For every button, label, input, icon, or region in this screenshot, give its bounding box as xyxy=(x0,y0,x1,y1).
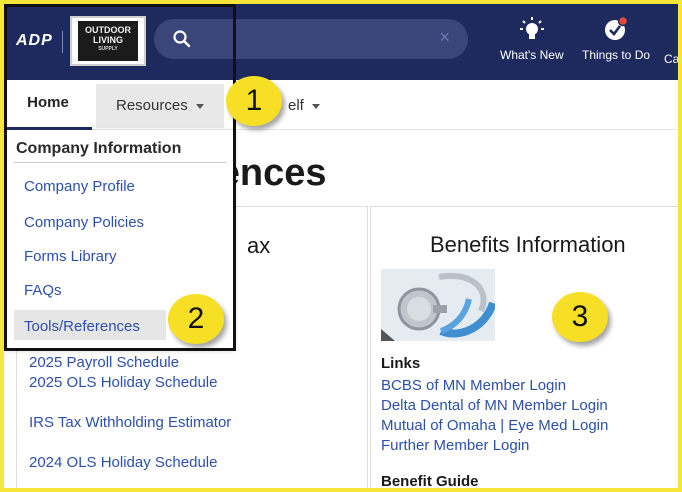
tab-myself-label: elf xyxy=(288,97,304,114)
menu-item-tools-references[interactable]: Tools/References xyxy=(24,318,140,335)
menu-item-faqs[interactable]: FAQs xyxy=(24,282,62,299)
benefits-title: Benefits Information xyxy=(430,232,626,257)
company-logo-mark: OUTDOOR LIVING SUPPLY xyxy=(78,21,138,61)
close-icon[interactable]: × xyxy=(439,27,450,48)
company-logo-line3: SUPPLY xyxy=(98,46,118,52)
company-logo-line2: LIVING xyxy=(92,35,123,45)
dropdown-heading: Company Information xyxy=(16,140,182,157)
top-header: ADP OUTDOOR LIVING SUPPLY × What's New T… xyxy=(4,4,678,80)
tab-resources[interactable]: Resources xyxy=(96,84,224,128)
chevron-down-icon xyxy=(195,103,204,109)
tax-panel-title: ax xyxy=(247,233,271,258)
stethoscope-image xyxy=(381,269,495,341)
search-icon xyxy=(173,30,191,48)
lightbulb-icon xyxy=(519,17,544,39)
menu-item-company-profile[interactable]: Company Profile xyxy=(24,178,135,195)
things-to-do-button[interactable]: Things to Do xyxy=(582,16,650,62)
tab-myself[interactable]: elf xyxy=(288,84,320,128)
links-heading: Links xyxy=(381,355,421,372)
main-nav: Home Resources elf xyxy=(4,80,678,130)
adp-logo[interactable]: ADP xyxy=(16,32,53,50)
whats-new-label: What's New xyxy=(500,48,564,62)
menu-item-forms-library[interactable]: Forms Library xyxy=(24,248,117,265)
callout-3: 3 xyxy=(552,292,608,342)
link-ols-holiday-2024[interactable]: 2024 OLS Holiday Schedule xyxy=(29,453,231,473)
link-irs-estimator[interactable]: IRS Tax Withholding Estimator xyxy=(29,413,231,433)
search-input[interactable]: × xyxy=(154,19,468,59)
header-button-cut[interactable]: Ca xyxy=(664,52,678,66)
tab-resources-label: Resources xyxy=(116,97,188,114)
app-frame: ADP OUTDOOR LIVING SUPPLY × What's New T… xyxy=(4,4,678,488)
tab-home[interactable]: Home xyxy=(4,80,92,130)
whats-new-button[interactable]: What's New xyxy=(500,16,564,62)
benefits-panel: Benefits Information Links BCBS of MN Me… xyxy=(370,206,678,488)
checkmark-badge-icon xyxy=(605,16,629,40)
link-ols-holiday-2025[interactable]: 2025 OLS Holiday Schedule xyxy=(29,373,231,393)
dropdown-divider xyxy=(14,162,226,163)
chevron-down-icon xyxy=(311,103,320,109)
company-logo[interactable]: OUTDOOR LIVING SUPPLY xyxy=(70,16,146,66)
benefit-guide-heading: Benefit Guide xyxy=(381,473,479,488)
menu-item-company-policies[interactable]: Company Policies xyxy=(24,214,144,231)
logo-divider xyxy=(62,31,63,53)
link-further-login[interactable]: Further Member Login xyxy=(381,437,529,454)
callout-2: 2 xyxy=(168,294,224,344)
link-bcbs-login[interactable]: BCBS of MN Member Login xyxy=(381,377,566,394)
things-to-do-label: Things to Do xyxy=(582,48,651,62)
company-logo-line1: OUTDOOR xyxy=(85,25,131,35)
link-eye-med-login[interactable]: Mutual of Omaha | Eye Med Login xyxy=(381,417,608,434)
callout-1: 1 xyxy=(226,76,282,126)
link-delta-dental-login[interactable]: Delta Dental of MN Member Login xyxy=(381,397,608,414)
tax-links: 2025 Payroll Schedule 2025 OLS Holiday S… xyxy=(29,353,231,473)
link-payroll-schedule[interactable]: 2025 Payroll Schedule xyxy=(29,353,231,373)
